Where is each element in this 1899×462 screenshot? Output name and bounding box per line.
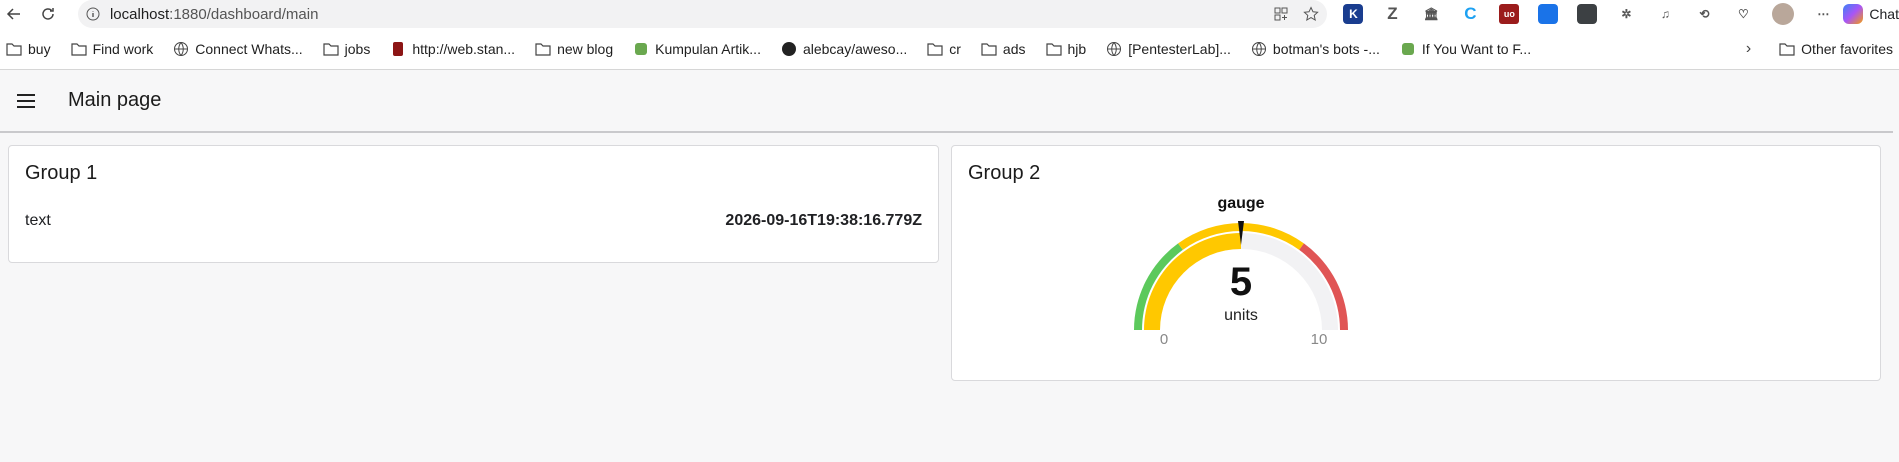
url-path: :1880/dashboard/main: [169, 5, 319, 23]
bookmark-item[interactable]: hjb: [1045, 41, 1087, 57]
hamburger-menu-button[interactable]: [14, 89, 38, 113]
text-widget-value: 2026-09-16T19:38:16.779Z: [725, 212, 922, 229]
copilot-label: Chat: [1869, 6, 1899, 22]
copilot-chat-button[interactable]: Chat: [1843, 4, 1899, 24]
bookmark-label: jobs: [344, 41, 371, 57]
folder-icon: [1779, 42, 1795, 56]
stanford-icon: [390, 42, 406, 56]
extensions-row: K Z 🏛 C uo ✲ ♫ ⟲ ♡ ⋯: [1343, 3, 1833, 25]
extensions-icon[interactable]: ✲: [1616, 4, 1636, 24]
bookmark-item[interactable]: If You Want to F...: [1400, 41, 1531, 57]
bookmark-item[interactable]: alebcay/aweso...: [781, 41, 907, 57]
globe-icon: [173, 42, 189, 56]
bookmark-label: http://web.stan...: [412, 41, 516, 57]
reload-icon: [42, 8, 54, 20]
bookmark-item[interactable]: Find work: [70, 41, 154, 57]
dashboard-content: Group 1 text 2026-09-16T19:38:16.779Z Gr…: [0, 133, 1899, 393]
bookmark-item[interactable]: Kumpulan Artik...: [633, 41, 761, 57]
gauge-max-label: 10: [1311, 331, 1328, 348]
bookmark-label: ads: [1002, 41, 1026, 57]
globe-icon: [1251, 42, 1267, 56]
folder-icon: [927, 42, 943, 56]
info-icon[interactable]: [86, 7, 100, 21]
address-actions: [1273, 6, 1327, 22]
address-bar[interactable]: localhost:1880/dashboard/main: [77, 0, 1328, 28]
health-icon[interactable]: ♡: [1733, 4, 1753, 24]
back-arrow-icon: [6, 8, 20, 20]
ublock-icon[interactable]: uo: [1499, 4, 1520, 24]
text-widget: text 2026-09-16T19:38:16.779Z: [25, 212, 922, 230]
bookmark-item[interactable]: jobs: [323, 41, 371, 57]
folder-icon: [1045, 42, 1062, 56]
profile-avatar[interactable]: [1772, 3, 1795, 25]
bank-icon[interactable]: 🏛: [1421, 4, 1441, 24]
bookmark-item[interactable]: http://web.stan...: [390, 41, 515, 57]
back-button[interactable]: [2, 2, 26, 26]
other-favorites-label: Other favorites: [1801, 41, 1893, 57]
folder-icon: [6, 42, 22, 56]
group2-title: Group 2: [968, 162, 1041, 184]
gauge-min-label: 0: [1160, 331, 1168, 348]
group1-card: Group 1 text 2026-09-16T19:38:16.779Z: [8, 145, 939, 263]
bookmark-label: Connect Whats...: [195, 41, 303, 57]
bookmarks-overflow-chevron-icon[interactable]: ›: [1746, 40, 1751, 58]
bookmarks-bar: buy Find work Connect Whats... jobs http://w…: [0, 28, 1899, 70]
bookmark-label: alebcay/aweso...: [802, 41, 908, 57]
bookmark-item[interactable]: cr: [927, 41, 961, 57]
bookmark-item[interactable]: botman's bots -...: [1251, 41, 1380, 57]
folder-icon: [981, 42, 997, 56]
bookmark-label: [PentesterLab]...: [1128, 41, 1231, 57]
bookmark-label: cr: [949, 41, 961, 57]
media-icon[interactable]: ♫: [1655, 4, 1675, 24]
bookmark-label: buy: [28, 41, 51, 57]
reload-button[interactable]: [36, 2, 60, 26]
copilot-icon: [1843, 4, 1864, 24]
screenshot-icon[interactable]: [1577, 4, 1598, 24]
dashboard-app-bar: Main page: [0, 70, 1893, 133]
site-icon: [1400, 42, 1416, 56]
github-icon: [781, 42, 797, 56]
bookmark-item[interactable]: new blog: [535, 41, 613, 57]
history-icon[interactable]: ⟲: [1694, 4, 1714, 24]
puzzle-blue-icon[interactable]: [1538, 4, 1559, 24]
folder-icon: [323, 42, 339, 56]
browser-chrome: localhost:1880/dashboard/main K Z 🏛 C uo…: [0, 0, 1899, 70]
folder-icon: [70, 42, 87, 56]
globe-icon: [1106, 42, 1122, 56]
url-text[interactable]: localhost:1880/dashboard/main: [110, 6, 318, 23]
more-menu-icon[interactable]: ⋯: [1813, 4, 1833, 24]
favorite-star-icon[interactable]: [1303, 6, 1320, 22]
bookmark-label: hjb: [1067, 41, 1087, 57]
bookmark-label: botman's bots -...: [1272, 41, 1380, 57]
site-icon: [633, 42, 649, 56]
bookmark-item[interactable]: Connect Whats...: [173, 41, 303, 57]
bookmark-label: Kumpulan Artik...: [655, 41, 761, 57]
gauge-widget: gauge 5 units 0 10: [1042, 186, 1442, 376]
gauge-svg: gauge 5 units 0 10: [1134, 195, 1348, 348]
other-favorites-button[interactable]: Other favorites: [1779, 41, 1893, 57]
text-widget-label: text: [25, 212, 51, 229]
apps-icon[interactable]: [1273, 6, 1289, 22]
gauge-label: gauge: [1217, 195, 1264, 212]
page-title: Main page: [68, 89, 162, 111]
group1-title: Group 1: [25, 162, 98, 184]
group2-card: Group 2 gauge 5 units 0 10: [951, 145, 1881, 381]
gauge-value: 5: [1230, 260, 1252, 304]
url-host: localhost: [109, 5, 170, 23]
bookmarks-right: › Other favorites: [1746, 28, 1899, 70]
bookmark-label: If You Want to F...: [1421, 41, 1532, 57]
zotero-icon[interactable]: Z: [1382, 4, 1402, 24]
hamburger-icon: [17, 93, 35, 108]
bookmark-item[interactable]: buy: [6, 41, 51, 57]
bookmark-item[interactable]: ads: [981, 41, 1026, 57]
bookmark-item[interactable]: [PentesterLab]...: [1106, 41, 1231, 57]
c-extension-icon[interactable]: C: [1460, 4, 1480, 24]
extension-icon[interactable]: K: [1343, 4, 1364, 24]
bookmark-label: Find work: [92, 41, 154, 57]
folder-icon: [535, 42, 551, 56]
browser-toolbar: localhost:1880/dashboard/main K Z 🏛 C uo…: [0, 0, 1899, 28]
bookmark-label: new blog: [557, 41, 614, 57]
gauge-units: units: [1224, 307, 1258, 324]
